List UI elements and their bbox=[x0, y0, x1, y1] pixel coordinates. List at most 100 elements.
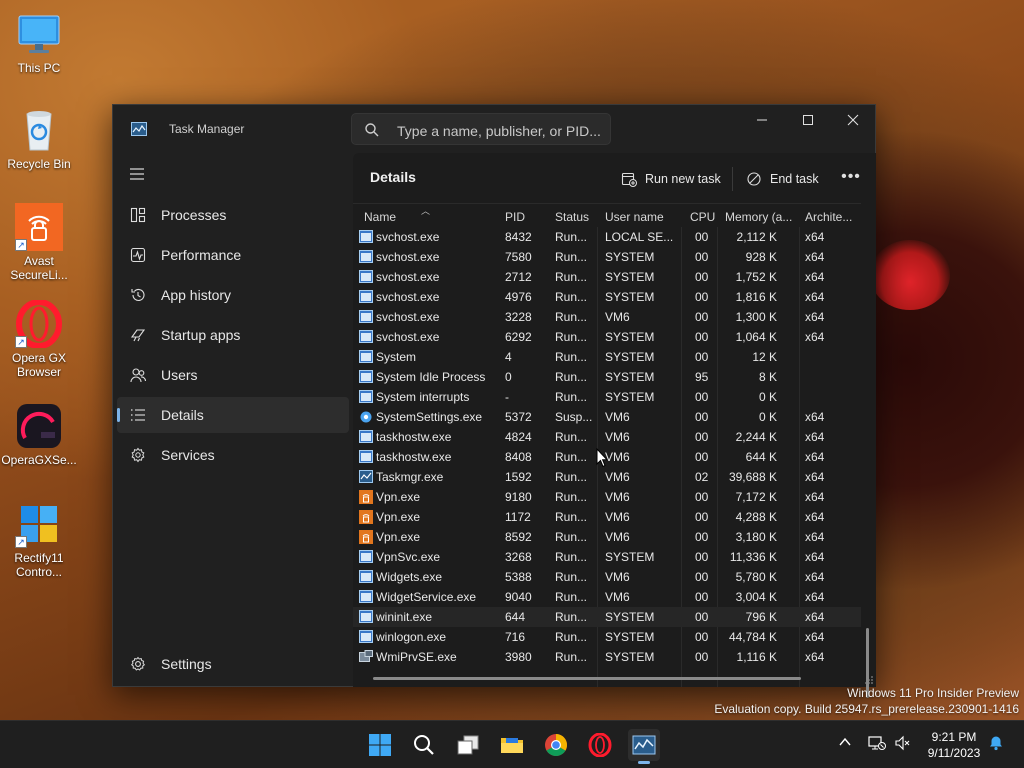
nav-item-processes[interactable]: Processes bbox=[117, 197, 349, 233]
nav-item-settings[interactable]: Settings bbox=[117, 646, 349, 682]
more-options-button[interactable]: ••• bbox=[839, 165, 863, 193]
nav-label: Services bbox=[161, 447, 215, 463]
table-row[interactable]: System 4 Run... SYSTEM 00 12 K bbox=[353, 347, 861, 367]
column-header-pid[interactable]: PID bbox=[505, 210, 525, 224]
table-row[interactable]: VpnSvc.exe 3268 Run... SYSTEM 00 11,336 K x64 bbox=[353, 547, 861, 567]
process-pid: 9180 bbox=[505, 490, 532, 504]
notifications-button[interactable] bbox=[988, 735, 1004, 754]
title-bar[interactable]: Task Manager Type a name, publisher, or … bbox=[113, 105, 875, 153]
avast-vpn-icon: ↗ bbox=[15, 203, 63, 251]
search-placeholder: Type a name, publisher, or PID... bbox=[397, 123, 601, 139]
opera-button[interactable] bbox=[584, 729, 616, 761]
table-row[interactable]: svchost.exe 6292 Run... SYSTEM 00 1,064 K x64 bbox=[353, 327, 861, 347]
process-cpu: 95 bbox=[695, 370, 709, 384]
maximize-button[interactable] bbox=[785, 105, 831, 135]
column-header-status[interactable]: Status bbox=[555, 210, 589, 224]
table-row[interactable]: SystemSettings.exe 5372 Susp... VM6 00 0 K x64 bbox=[353, 407, 861, 427]
task-manager-taskbar-button[interactable] bbox=[628, 729, 660, 764]
minimize-button[interactable] bbox=[739, 105, 785, 135]
table-row[interactable]: wininit.exe 644 Run... SYSTEM 00 796 K x64 bbox=[353, 607, 861, 627]
process-pid: 8408 bbox=[505, 450, 532, 464]
run-new-task-button[interactable]: Run new task bbox=[621, 165, 721, 193]
table-row[interactable]: Vpn.exe 1172 Run... VM6 00 4,288 K x64 bbox=[353, 507, 861, 527]
taskbar: 9:21 PM 9/11/2023 bbox=[0, 720, 1024, 768]
close-button[interactable] bbox=[830, 105, 876, 135]
desktop-icon-recycle-bin[interactable]: Recycle Bin bbox=[0, 106, 78, 171]
process-status: Run... bbox=[555, 330, 588, 344]
process-cpu: 00 bbox=[695, 570, 709, 584]
desktop-icon-opera-gx[interactable]: ↗ Opera GX Browser bbox=[0, 299, 78, 379]
nav-item-app-history[interactable]: App history bbox=[117, 277, 349, 313]
minimize-icon bbox=[757, 119, 767, 121]
search-input[interactable]: Type a name, publisher, or PID... bbox=[351, 113, 611, 145]
process-status: Run... bbox=[555, 650, 588, 664]
process-user: SYSTEM bbox=[605, 650, 655, 664]
process-status: Run... bbox=[555, 350, 588, 364]
column-header-architecture[interactable]: Archite... bbox=[805, 210, 852, 224]
process-memory: 1,816 K bbox=[735, 290, 777, 304]
table-row[interactable]: Vpn.exe 8592 Run... VM6 00 3,180 K x64 bbox=[353, 527, 861, 547]
end-task-button[interactable]: End task bbox=[746, 165, 819, 193]
app-window-icon bbox=[359, 330, 373, 343]
app-window-icon bbox=[359, 430, 373, 443]
chrome-button[interactable] bbox=[540, 729, 572, 761]
nav-item-startup-apps[interactable]: Startup apps bbox=[117, 317, 349, 353]
show-hidden-icons-button[interactable] bbox=[838, 735, 852, 752]
nav-item-services[interactable]: Services bbox=[117, 437, 349, 473]
table-row[interactable]: Widgets.exe 5388 Run... VM6 00 5,780 K x64 bbox=[353, 567, 861, 587]
clock[interactable]: 9:21 PM 9/11/2023 bbox=[922, 729, 986, 761]
process-pid: 1172 bbox=[505, 510, 531, 524]
nav-item-performance[interactable]: Performance bbox=[117, 237, 349, 273]
column-header-user-name[interactable]: User name bbox=[605, 210, 664, 224]
shortcut-arrow-icon: ↗ bbox=[15, 336, 27, 348]
process-cpu: 02 bbox=[695, 470, 709, 484]
table-row[interactable]: winlogon.exe 716 Run... SYSTEM 00 44,784 K x64 bbox=[353, 627, 861, 647]
task-manager-icon bbox=[359, 470, 373, 483]
process-pid: 716 bbox=[505, 630, 526, 644]
desktop-icon-avast[interactable]: ↗ Avast SecureLi... bbox=[0, 203, 78, 282]
column-header-cpu[interactable]: CPU bbox=[690, 210, 715, 224]
table-row[interactable]: Vpn.exe 9180 Run... VM6 00 7,172 K x64 bbox=[353, 487, 861, 507]
process-architecture: x64 bbox=[805, 530, 825, 544]
end-task-label: End task bbox=[770, 172, 819, 186]
table-row[interactable]: WmiPrvSE.exe 3980 Run... SYSTEM 00 1,116 K x64 bbox=[353, 647, 861, 667]
process-memory: 644 K bbox=[745, 450, 777, 464]
process-name: System bbox=[376, 350, 417, 364]
process-user: VM6 bbox=[605, 590, 630, 604]
processes-icon bbox=[130, 207, 146, 223]
process-user: SYSTEM bbox=[605, 250, 655, 264]
table-row[interactable]: System interrupts - Run... SYSTEM 00 0 K bbox=[353, 387, 861, 407]
column-header-memory[interactable]: Memory (a... bbox=[725, 210, 792, 224]
table-row[interactable]: svchost.exe 8432 Run... LOCAL SE... 00 2,112 … bbox=[353, 227, 861, 247]
resize-grip-icon[interactable] bbox=[864, 675, 874, 685]
process-user: VM6 bbox=[605, 490, 630, 504]
desktop-icon-label: This PC bbox=[17, 61, 61, 75]
desktop-icon-rectify11[interactable]: ↗ Rectify11 Contro... bbox=[0, 500, 78, 579]
horizontal-scrollbar[interactable] bbox=[373, 677, 801, 680]
table-row[interactable]: System Idle Process 0 Run... SYSTEM 95 8 K bbox=[353, 367, 861, 387]
nav-item-details[interactable]: Details bbox=[117, 397, 349, 433]
desktop-icon-this-pc[interactable]: This PC bbox=[0, 10, 78, 75]
start-button[interactable] bbox=[364, 729, 396, 761]
table-row[interactable]: taskhostw.exe 4824 Run... VM6 00 2,244 K x64 bbox=[353, 427, 861, 447]
process-pid: 5388 bbox=[505, 570, 532, 584]
app-window-icon bbox=[359, 270, 373, 283]
table-row[interactable]: Taskmgr.exe 1592 Run... VM6 02 39,688 K x64 bbox=[353, 467, 861, 487]
column-header-name[interactable]: Name bbox=[364, 210, 396, 224]
volume-button[interactable] bbox=[895, 735, 911, 754]
table-row[interactable]: WidgetService.exe 9040 Run... VM6 00 3,004 K x… bbox=[353, 587, 861, 607]
file-explorer-button[interactable] bbox=[496, 729, 528, 761]
table-row[interactable]: svchost.exe 2712 Run... SYSTEM 00 1,752 K x64 bbox=[353, 267, 861, 287]
table-row[interactable]: svchost.exe 3228 Run... VM6 00 1,300 K x64 bbox=[353, 307, 861, 327]
network-status-button[interactable] bbox=[868, 735, 886, 754]
nav-item-users[interactable]: Users bbox=[117, 357, 349, 393]
process-pid: 9040 bbox=[505, 590, 532, 604]
hamburger-menu-icon[interactable] bbox=[129, 167, 145, 181]
task-view-button[interactable] bbox=[452, 729, 484, 761]
table-row[interactable]: svchost.exe 4976 Run... SYSTEM 00 1,816 K x64 bbox=[353, 287, 861, 307]
process-architecture: x64 bbox=[805, 510, 825, 524]
taskbar-search-button[interactable] bbox=[408, 729, 440, 761]
process-cpu: 00 bbox=[695, 630, 709, 644]
desktop-icon-operagx-setup[interactable]: OperaGXSe... bbox=[0, 402, 78, 467]
table-row[interactable]: svchost.exe 7580 Run... SYSTEM 00 928 K x64 bbox=[353, 247, 861, 267]
